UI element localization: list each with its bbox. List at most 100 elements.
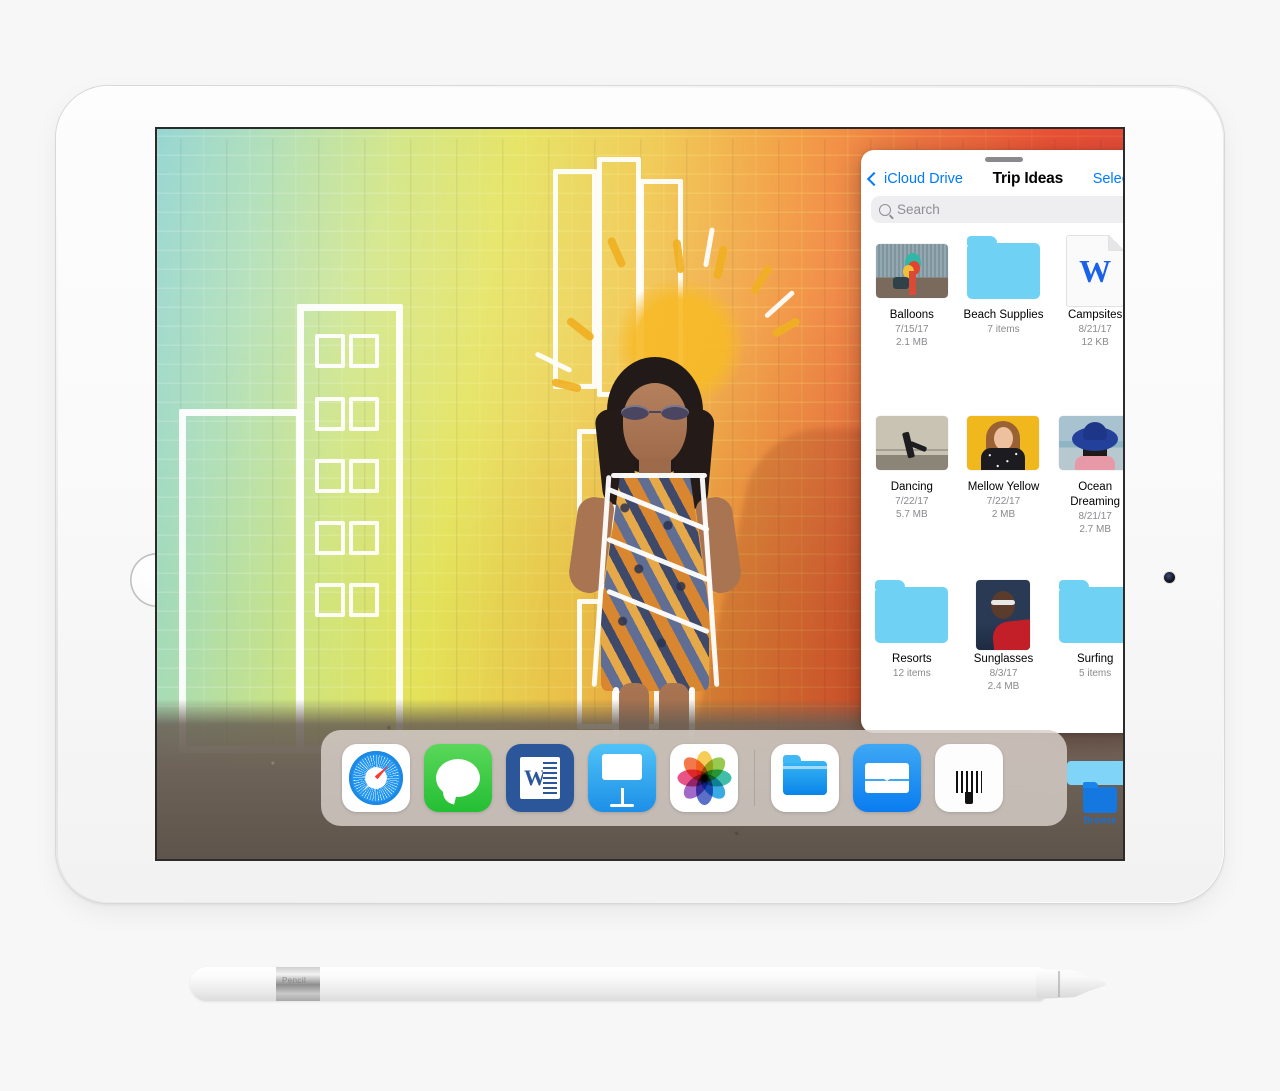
mural-window	[315, 459, 345, 493]
search-placeholder: Search	[897, 202, 940, 217]
file-date: 7/22/17	[895, 495, 929, 507]
file-name: Ocean Dreaming	[1070, 481, 1121, 508]
folder-icon	[875, 580, 949, 643]
back-button[interactable]: iCloud Drive	[866, 171, 963, 187]
back-button-label: iCloud Drive	[884, 171, 963, 187]
file-item[interactable]: Surfing 5 items	[1050, 579, 1123, 733]
mural-window	[349, 397, 379, 431]
dock-app-messages[interactable]	[424, 744, 492, 812]
photo-thumbnail-sunglasses	[976, 580, 1031, 650]
file-name: Resorts	[892, 653, 932, 665]
mural-window	[349, 521, 379, 555]
pencil-band: Pencil	[276, 967, 320, 1001]
mural-window	[349, 583, 379, 617]
file-thumbnail	[966, 580, 1041, 650]
file-item[interactable]: Mellow Yellow 7/22/17 2 MB	[959, 407, 1049, 579]
file-thumbnail: W	[1058, 235, 1123, 307]
file-item[interactable]: Dancing 7/22/17 5.7 MB	[867, 407, 957, 579]
files-icon	[783, 755, 827, 795]
folder-icon	[1058, 580, 1123, 643]
file-item[interactable]: Beach Supplies 7 items	[959, 235, 1049, 407]
front-camera-icon	[1164, 572, 1175, 583]
file-name: Sunglasses	[973, 653, 1034, 665]
dock-app-photos[interactable]	[670, 744, 738, 812]
dock[interactable]: W	[321, 730, 1067, 826]
file-name: Campsites	[1067, 309, 1123, 321]
mural-window	[315, 397, 345, 431]
file-thumbnail	[874, 413, 949, 473]
apple-pencil: Pencil	[190, 963, 1106, 1005]
file-date: 8/21/17	[1078, 510, 1112, 522]
file-item[interactable]: Balloons 7/15/17 2.1 MB	[867, 235, 957, 407]
file-grid[interactable]: Balloons 7/15/17 2.1 MB Beach Supplies 7…	[861, 233, 1123, 733]
page-title: Trip Ideas	[992, 170, 1064, 187]
file-item-count: 12 items	[892, 667, 931, 679]
photo-thumbnail-ocean-dreaming	[1059, 416, 1123, 470]
browse-folder-icon	[1083, 782, 1117, 813]
word-document-icon: W	[1066, 235, 1123, 307]
dock-separator	[754, 750, 755, 806]
file-size: 2.1 MB	[895, 337, 928, 349]
ipad-screen[interactable]: iCloud Drive Trip Ideas Select Search	[157, 129, 1123, 859]
safari-icon	[349, 751, 403, 805]
file-name: Surfing	[1076, 653, 1114, 665]
mural-window	[315, 583, 345, 617]
file-size: 2 MB	[991, 509, 1016, 521]
browse-folder-label: Browse	[1083, 815, 1117, 825]
pencil-engraving: Pencil	[282, 976, 307, 985]
file-item-count: 5 items	[1079, 667, 1112, 679]
dock-app-tool[interactable]	[935, 744, 1003, 812]
mural-window	[349, 459, 379, 493]
files-slideover-panel[interactable]: iCloud Drive Trip Ideas Select Search	[861, 150, 1123, 733]
file-size: 12 KB	[1081, 337, 1109, 349]
file-thumbnail	[874, 580, 949, 645]
pencil-seam	[1058, 971, 1060, 997]
file-date: 8/21/17	[1078, 323, 1112, 335]
file-size: 2.4 MB	[987, 681, 1020, 693]
dock-app-keynote[interactable]	[588, 744, 656, 812]
photo-thumbnail-dancing	[875, 416, 948, 470]
file-item[interactable]: Ocean Dreaming 8/21/17 2.7 MB	[1050, 407, 1123, 579]
file-size: 2.7 MB	[1079, 524, 1111, 536]
dock-app-mail[interactable]	[853, 744, 921, 812]
mural-window	[349, 334, 379, 368]
messages-icon	[436, 759, 480, 797]
word-icon: W	[520, 757, 560, 799]
mail-icon	[865, 763, 909, 793]
dock-app-word[interactable]: W	[506, 744, 574, 812]
folder-icon	[966, 236, 1040, 299]
file-item[interactable]: W Campsites 8/21/17 12 KB	[1050, 235, 1123, 407]
file-size: 5.7 MB	[895, 509, 928, 521]
photos-icon	[677, 751, 731, 805]
file-date: 7/22/17	[986, 495, 1021, 507]
search-icon	[879, 203, 891, 216]
file-thumbnail	[874, 241, 949, 301]
select-button[interactable]: Select	[1093, 171, 1123, 187]
photo-thumbnail-balloons	[875, 244, 948, 298]
dock-app-files[interactable]	[771, 744, 839, 812]
file-thumbnail	[1058, 580, 1123, 645]
file-thumbnail	[1058, 413, 1123, 473]
dock-app-safari[interactable]	[342, 744, 410, 812]
ipad-device: iCloud Drive Trip Ideas Select Search	[56, 86, 1224, 903]
photo-thumbnail-mellow-yellow	[967, 416, 1040, 470]
file-name: Mellow Yellow	[967, 481, 1040, 493]
chevron-left-icon	[866, 171, 882, 187]
file-item[interactable]: Resorts 12 items	[867, 579, 957, 733]
file-date: 8/3/17	[989, 667, 1018, 679]
file-thumbnail	[966, 413, 1041, 473]
file-item[interactable]: Sunglasses 8/3/17 2.4 MB	[959, 579, 1049, 733]
mural-window	[315, 334, 345, 368]
file-name: Beach Supplies	[963, 309, 1044, 321]
file-thumbnail	[966, 236, 1041, 301]
file-name: Dancing	[890, 481, 933, 493]
pencil-tip	[1062, 974, 1106, 994]
file-date: 7/15/17	[895, 323, 929, 335]
mural-building-right-a	[553, 169, 597, 389]
search-bar[interactable]: Search	[861, 196, 1123, 233]
file-item-count: 7 items	[987, 323, 1020, 335]
file-name: Balloons	[889, 309, 934, 321]
mural-window	[315, 521, 345, 555]
search-input[interactable]: Search	[871, 196, 1123, 223]
files-navbar: iCloud Drive Trip Ideas Select	[861, 162, 1123, 196]
